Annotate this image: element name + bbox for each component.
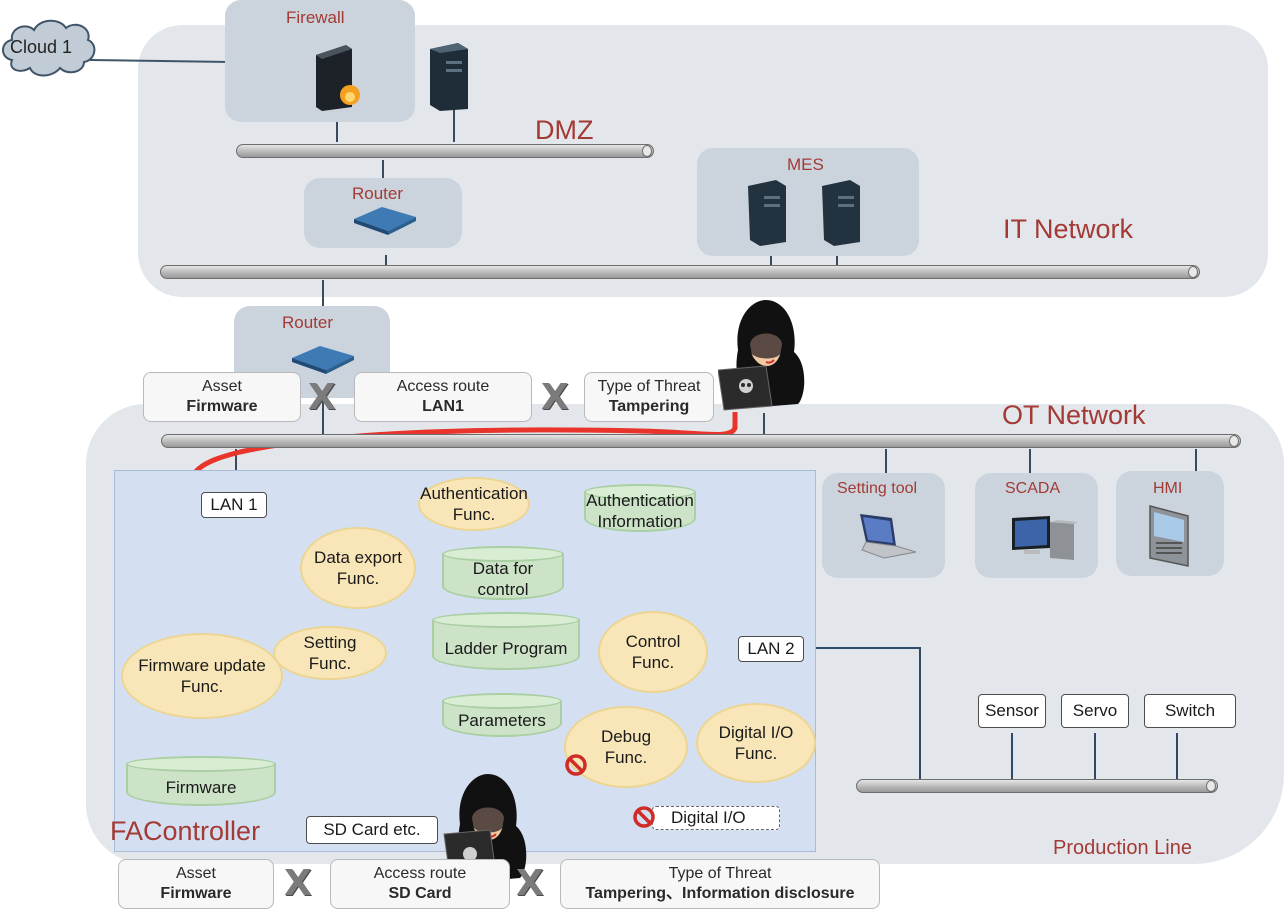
ot-network-label: OT Network xyxy=(1002,400,1146,430)
threat2-asset-title: Asset xyxy=(175,865,216,882)
dmz-bus xyxy=(236,144,654,158)
touch-panel-icon[interactable] xyxy=(1148,504,1192,573)
sensor-device[interactable]: Sensor xyxy=(978,694,1046,728)
it-network-bus xyxy=(160,265,1200,279)
dmz-label: DMZ xyxy=(535,115,594,145)
lan2-port[interactable]: LAN 2 xyxy=(738,636,804,662)
production-line-label: Production Line xyxy=(1053,837,1192,859)
sd-card-port[interactable]: SD Card etc. xyxy=(306,816,438,844)
mes-label: MES xyxy=(787,155,824,174)
mes-server-icon[interactable] xyxy=(820,180,864,251)
scada-label: SCADA xyxy=(1005,480,1061,497)
digital-io-label: Digital I/O xyxy=(671,808,746,827)
cloud-label: Cloud 1 xyxy=(10,37,73,57)
threat1-type-value: Tampering xyxy=(608,398,690,415)
firewall-icon[interactable] xyxy=(312,45,364,116)
ot-router-label: Router xyxy=(282,313,334,332)
firmware-update-func[interactable]: Firmware update Func. xyxy=(121,633,283,719)
servo-device[interactable]: Servo xyxy=(1061,694,1129,728)
multiply-operator: X xyxy=(308,377,336,418)
threat2-route-value: SD Card xyxy=(388,885,452,902)
threat1-route-title: Access route xyxy=(396,378,490,395)
hooded-hacker-icon xyxy=(717,300,808,417)
prohibited-icon xyxy=(632,805,656,834)
authentication-information-store[interactable]: Authentication Information xyxy=(584,484,696,532)
control-func[interactable]: Control Func. xyxy=(598,611,708,693)
threat2-asset-value: Firmware xyxy=(160,885,232,902)
threat1-type-box: Type of Threat Tampering xyxy=(584,372,714,422)
threat2-route-box: Access route SD Card xyxy=(330,859,510,909)
threat2-type-value: Tampering、Information disclosure xyxy=(585,885,855,902)
digital-io-port[interactable]: Digital I/O xyxy=(652,806,780,830)
mes-server-icon[interactable] xyxy=(746,180,790,251)
parameters-store[interactable]: Parameters xyxy=(442,693,562,737)
threat2-route-title: Access route xyxy=(373,865,467,882)
lan1-port[interactable]: LAN 1 xyxy=(201,492,267,518)
threat1-type-title: Type of Threat xyxy=(597,378,701,395)
dmz-router-icon[interactable] xyxy=(352,205,418,242)
digital-io-func[interactable]: Digital I/O Func. xyxy=(696,703,816,783)
threat1-route-box: Access route LAN1 xyxy=(354,372,532,422)
threat2-type-title: Type of Threat xyxy=(668,865,772,882)
setting-func[interactable]: Setting Func. xyxy=(273,626,387,680)
switch-device[interactable]: Switch xyxy=(1144,694,1236,728)
setting-tool-label: Setting tool xyxy=(837,480,918,497)
dmz-router-label: Router xyxy=(352,184,404,203)
threat1-asset-box: Asset Firmware xyxy=(143,372,301,422)
ot-network-bus xyxy=(161,434,1241,448)
threat1-route-value: LAN1 xyxy=(422,398,464,415)
hmi-label: HMI xyxy=(1153,480,1183,497)
firewall-label: Firewall xyxy=(286,8,345,27)
multiply-operator: X xyxy=(516,863,544,904)
threat1-asset-value: Firmware xyxy=(186,398,258,415)
dmz-server-icon[interactable] xyxy=(428,43,470,116)
ladder-program-store[interactable]: Ladder Program xyxy=(432,612,580,670)
multiply-operator: X xyxy=(541,377,569,418)
threat2-asset-box: Asset Firmware xyxy=(118,859,274,909)
authentication-func[interactable]: Authentication Func. xyxy=(418,477,530,531)
laptop-icon[interactable] xyxy=(858,512,918,565)
desktop-computer-icon[interactable] xyxy=(1010,516,1080,567)
it-network-label: IT Network xyxy=(1003,214,1134,244)
data-export-func[interactable]: Data export Func. xyxy=(300,527,416,609)
prohibited-icon xyxy=(564,753,588,782)
threat2-type-box: Type of Threat Tampering、Information dis… xyxy=(560,859,880,909)
production-line-bus xyxy=(856,779,1218,793)
firmware-store[interactable]: Firmware xyxy=(126,756,276,806)
multiply-operator: X xyxy=(284,863,312,904)
threat1-asset-title: Asset xyxy=(201,378,242,395)
fa-controller-label: FAController xyxy=(110,816,261,846)
data-for-control-store[interactable]: Data for control xyxy=(442,546,564,600)
